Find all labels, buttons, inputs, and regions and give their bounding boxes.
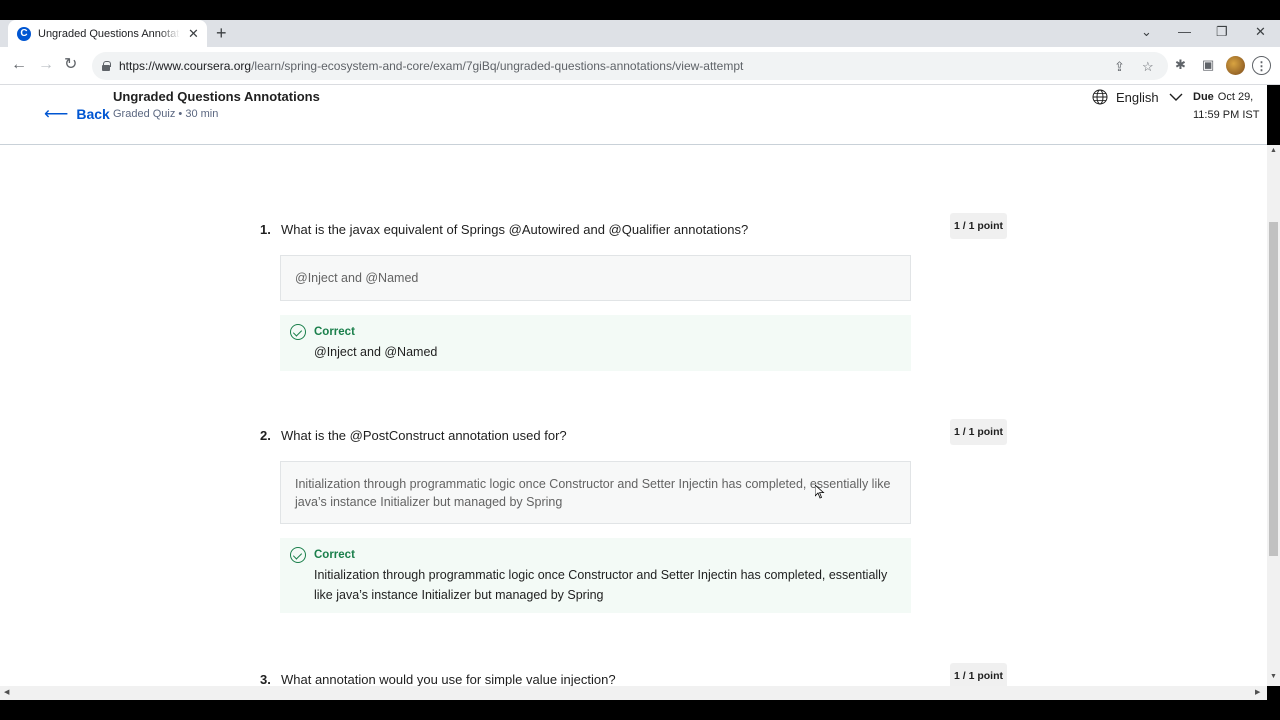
due-label: Due (1193, 91, 1214, 103)
tab-close-icon[interactable]: ✕ (188, 27, 199, 40)
profile-avatar[interactable] (1226, 56, 1245, 75)
url-domain: https://www.coursera.org (119, 59, 252, 73)
reload-icon[interactable]: ↻ (64, 55, 77, 75)
quiz-title: Ungraded Questions Annotations (113, 89, 320, 104)
due-date-value: Oct 29, (1217, 91, 1254, 103)
scroll-left-icon[interactable]: ◀ (4, 688, 9, 696)
question-text: What is the @PostConstruct annotation us… (281, 428, 567, 443)
check-circle-icon (290, 547, 306, 563)
back-label: Back (76, 106, 110, 122)
address-bar[interactable]: https://www.coursera.org/learn/spring-ec… (92, 52, 1168, 80)
chevron-down-icon (1169, 93, 1183, 101)
globe-icon (1092, 89, 1108, 105)
quiz-header: ⟵ Back Ungraded Questions Annotations Gr… (0, 85, 1267, 145)
screen: C Ungraded Questions Annotations ✕ + ⌄ —… (0, 0, 1280, 720)
feedback-text: @Inject and @Named (314, 345, 438, 359)
due-time-value: 11:59 PM IST (1193, 109, 1260, 121)
browser-menu-icon[interactable]: ⋮ (1252, 56, 1271, 75)
back-arrow-icon[interactable]: ← (11, 55, 27, 75)
feedback-correct: Correct Initialization through programma… (280, 538, 911, 613)
language-label: English (1116, 89, 1159, 105)
mouse-cursor-icon (815, 485, 825, 499)
points-badge: 1 / 1 point (950, 213, 1007, 239)
due-date: Due Oct 29, 11:59 PM IST (1193, 88, 1263, 124)
minimize-button[interactable]: — (1178, 24, 1191, 39)
answer-text: @Inject and @Named (295, 271, 419, 285)
url-text: https://www.coursera.org/learn/spring-ec… (119, 59, 743, 73)
question-number: 1. (260, 222, 271, 237)
language-selector[interactable]: English (1092, 89, 1183, 105)
close-window-button[interactable]: ✕ (1255, 24, 1266, 40)
share-icon[interactable]: ⇪ (1114, 59, 1125, 75)
scrollbar-thumb[interactable] (1269, 222, 1278, 556)
forward-arrow-icon[interactable]: → (38, 55, 54, 75)
scroll-down-icon[interactable]: ▼ (1270, 673, 1277, 680)
tab-strip: C Ungraded Questions Annotations ✕ + ⌄ —… (0, 20, 1280, 47)
horizontal-scrollbar[interactable]: ◀ ▶ (0, 686, 1267, 700)
browser-toolbar: ← → ↻ https://www.coursera.org/learn/spr… (0, 47, 1280, 85)
new-tab-button[interactable]: + (216, 24, 227, 42)
browser-tab[interactable]: C Ungraded Questions Annotations ✕ (8, 20, 207, 47)
question-text: What annotation would you use for simple… (281, 672, 616, 686)
answer-box: @Inject and @Named (280, 255, 911, 301)
points-badge: 1 / 1 point (950, 663, 1007, 686)
answer-text: Initialization through programmatic logi… (295, 476, 891, 509)
page-content: ⟵ Back Ungraded Questions Annotations Gr… (0, 85, 1267, 686)
coursera-favicon-icon: C (17, 26, 31, 41)
tab-search-icon[interactable]: ⌄ (1141, 24, 1152, 40)
check-circle-icon (290, 324, 306, 340)
feedback-text: Initialization through programmatic logi… (314, 568, 888, 602)
lock-icon[interactable] (102, 61, 111, 71)
feedback-correct: Correct @Inject and @Named (280, 315, 911, 371)
back-button[interactable]: ⟵ Back (44, 104, 110, 124)
scroll-up-icon[interactable]: ▲ (1270, 147, 1277, 154)
correct-label: Correct (314, 549, 355, 561)
back-arrow-icon: ⟵ (44, 104, 69, 123)
quiz-subtitle: Graded Quiz • 30 min (113, 108, 219, 120)
restore-button[interactable]: ❐ (1216, 24, 1228, 40)
side-panel-icon[interactable]: ▣ (1202, 57, 1214, 73)
url-path: /learn/spring-ecosystem-and-core/exam/7g… (251, 59, 744, 73)
question-text: What is the javax equivalent of Springs … (281, 222, 749, 237)
points-badge: 1 / 1 point (950, 419, 1007, 445)
bookmark-star-icon[interactable]: ☆ (1142, 59, 1154, 75)
scroll-right-icon[interactable]: ▶ (1255, 688, 1260, 696)
correct-label: Correct (314, 326, 355, 338)
question-number: 3. (260, 672, 271, 686)
question-number: 2. (260, 428, 271, 443)
extensions-icon[interactable]: ✱ (1175, 57, 1186, 73)
tab-title: Ungraded Questions Annotations (38, 27, 180, 40)
vertical-scrollbar[interactable]: ▲ ▼ (1267, 145, 1280, 686)
